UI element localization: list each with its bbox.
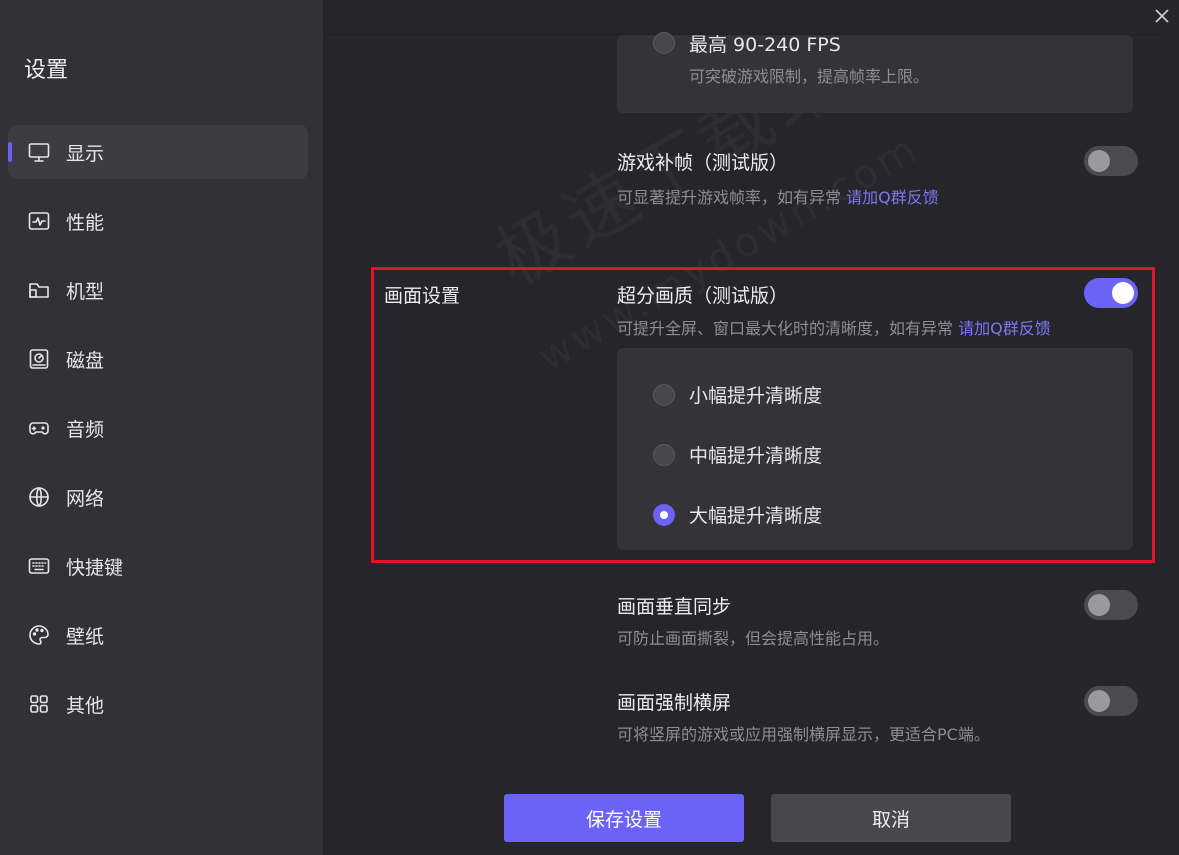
monitor-icon <box>26 139 52 165</box>
sidebar-item-label: 其他 <box>66 694 105 717</box>
fps-option-desc: 可突破游戏限制，提高帧率上限。 <box>689 67 930 86</box>
frame-interp-desc-text: 可显著提升游戏帧率，如有异常 <box>617 188 842 207</box>
sidebar-item-network[interactable]: 网络 <box>8 470 308 524</box>
sidebar-item-label: 壁纸 <box>66 625 105 648</box>
landscape-toggle[interactable] <box>1084 686 1138 716</box>
sidebar-item-disk[interactable]: 磁盘 <box>8 332 308 386</box>
super-res-desc: 可提升全屏、窗口最大化时的清晰度，如有异常 请加Q群反馈 <box>617 315 1051 339</box>
sidebar-title: 设置 <box>24 58 69 83</box>
option-label: 中幅提升清晰度 <box>689 445 823 467</box>
super-res-option-small[interactable]: 小幅提升清晰度 <box>653 381 822 408</box>
sidebar-item-shortcuts[interactable]: 快捷键 <box>8 539 308 593</box>
close-icon <box>1155 9 1169 23</box>
sidebar-item-label: 机型 <box>66 280 105 303</box>
frame-interp-title: 游戏补帧（测试版） <box>617 152 789 174</box>
radio-button[interactable] <box>653 443 675 466</box>
sidebar: 设置 显示 性能 机型 磁盘 音频 网络 快捷键 壁纸 其他 <box>0 0 323 855</box>
grid-icon <box>26 691 52 717</box>
option-label: 小幅提升清晰度 <box>689 385 823 407</box>
settings-panel: 极速下载站 www.mydown.com 最高 90-240 FPS 可突破游戏… <box>323 0 1179 855</box>
globe-icon <box>26 484 52 510</box>
sidebar-item-label: 性能 <box>66 211 105 234</box>
sidebar-item-label: 快捷键 <box>66 556 124 579</box>
sidebar-item-other[interactable]: 其他 <box>8 677 308 731</box>
vsync-desc: 可防止画面撕裂，但会提高性能占用。 <box>617 629 890 648</box>
radio-button[interactable] <box>653 32 675 54</box>
fps-options-card: 最高 90-240 FPS 可突破游戏限制，提高帧率上限。 <box>617 32 1133 113</box>
palette-icon <box>26 622 52 648</box>
option-label: 大幅提升清晰度 <box>689 505 823 527</box>
sidebar-item-wallpaper[interactable]: 壁纸 <box>8 608 308 662</box>
super-res-desc-text: 可提升全屏、窗口最大化时的清晰度，如有异常 <box>617 319 954 338</box>
sidebar-nav: 显示 性能 机型 磁盘 音频 网络 快捷键 壁纸 其他 <box>8 125 308 746</box>
frame-interp-desc: 可显著提升游戏帧率，如有异常 请加Q群反馈 <box>617 184 939 208</box>
vsync-title: 画面垂直同步 <box>617 596 732 618</box>
landscape-title: 画面强制横屏 <box>617 692 732 714</box>
frame-interp-toggle[interactable] <box>1084 146 1138 176</box>
save-button[interactable]: 保存设置 <box>504 794 744 842</box>
sidebar-item-label: 磁盘 <box>66 349 105 372</box>
fps-option[interactable]: 最高 90-240 FPS <box>653 29 841 57</box>
sidebar-item-display[interactable]: 显示 <box>8 125 308 179</box>
super-res-toggle[interactable] <box>1084 278 1138 308</box>
keyboard-icon <box>26 553 52 579</box>
sidebar-item-label: 音频 <box>66 418 105 441</box>
super-res-title: 超分画质（测试版） <box>617 285 789 307</box>
performance-icon <box>26 208 52 234</box>
gamepad-icon <box>26 415 52 441</box>
radio-button-selected[interactable] <box>653 503 675 526</box>
vsync-toggle[interactable] <box>1084 590 1138 620</box>
close-button[interactable] <box>1145 0 1179 32</box>
folder-icon <box>26 277 52 303</box>
super-res-options-card: 小幅提升清晰度 中幅提升清晰度 大幅提升清晰度 <box>617 348 1133 550</box>
sidebar-item-model[interactable]: 机型 <box>8 263 308 317</box>
picture-section-label: 画面设置 <box>384 285 461 307</box>
sidebar-item-performance[interactable]: 性能 <box>8 194 308 248</box>
sidebar-item-audio[interactable]: 音频 <box>8 401 308 455</box>
disk-icon <box>26 346 52 372</box>
radio-button[interactable] <box>653 383 675 406</box>
fps-option-label: 最高 90-240 FPS <box>689 33 841 56</box>
cancel-button[interactable]: 取消 <box>771 794 1011 842</box>
sidebar-item-label: 网络 <box>66 487 105 510</box>
super-res-feedback-link[interactable]: 请加Q群反馈 <box>958 319 1051 338</box>
super-res-option-large[interactable]: 大幅提升清晰度 <box>653 501 822 528</box>
super-res-option-medium[interactable]: 中幅提升清晰度 <box>653 441 822 468</box>
landscape-desc: 可将竖屏的游戏或应用强制横屏显示，更适合PC端。 <box>617 725 990 744</box>
frame-interp-feedback-link[interactable]: 请加Q群反馈 <box>846 188 939 207</box>
sidebar-item-label: 显示 <box>66 142 105 165</box>
